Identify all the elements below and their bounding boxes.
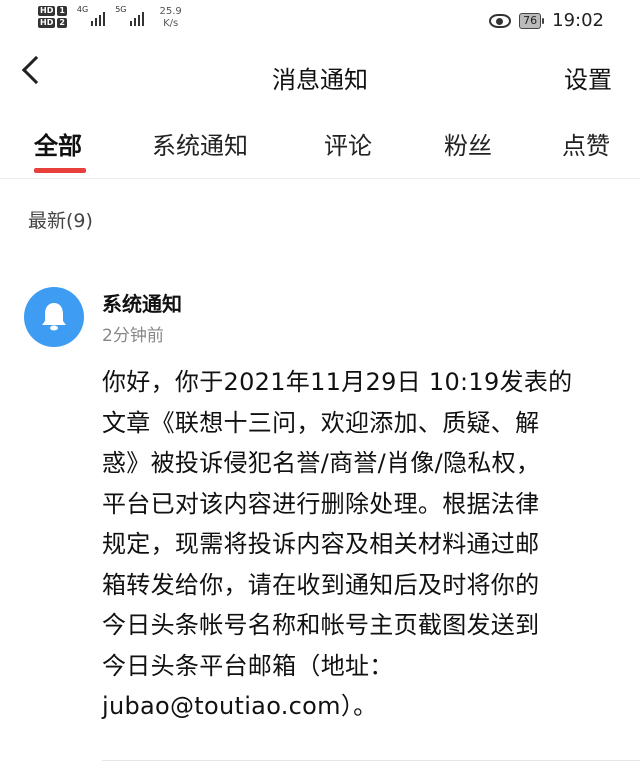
header: 消息通知 设置 (0, 46, 640, 106)
message-content[interactable]: 你好，你于2021年11月29日 10:19发表的 文章《联想十三问，欢迎添加、… (102, 362, 622, 727)
sim-indicators: HD 1 HD 2 (38, 6, 67, 28)
message-time: 2分钟前 (102, 326, 164, 346)
status-right: 76 19:02 (489, 10, 604, 31)
message-divider (102, 760, 640, 761)
settings-button[interactable]: 设置 (564, 60, 612, 95)
avatar[interactable] (24, 287, 84, 347)
tab-likes[interactable]: 点赞 (562, 126, 610, 161)
network-speed: 25.9 K/s (159, 6, 182, 29)
page-title: 消息通知 (272, 66, 368, 94)
battery-level: 76 (519, 12, 542, 29)
tab-divider (0, 178, 640, 179)
section-label: 最新(9) (28, 210, 93, 232)
battery-icon: 76 (519, 12, 545, 29)
status-time: 19:02 (552, 10, 604, 31)
tab-system-notifications[interactable]: 系统通知 (152, 126, 248, 161)
status-left: HD 1 HD 2 4G 5G 25.9 K/s (38, 6, 182, 30)
status-bar: HD 1 HD 2 4G 5G 25.9 K/s 76 19:02 (0, 0, 640, 36)
bell-icon (42, 303, 66, 331)
signal-4g-icon: 4G (77, 6, 106, 26)
signal-5g-icon: 5G (115, 6, 144, 26)
message-sender[interactable]: 系统通知 (102, 288, 182, 317)
sim2-hd-indicator: HD 2 (38, 18, 67, 28)
active-tab-indicator (34, 168, 86, 173)
eye-comfort-icon (489, 13, 512, 28)
tab-bar: 全部 系统通知 评论 粉丝 点赞 (0, 120, 640, 176)
sim1-hd-indicator: HD 1 (38, 6, 67, 16)
tab-fans[interactable]: 粉丝 (444, 126, 492, 161)
tab-all[interactable]: 全部 (34, 126, 82, 161)
tab-comments[interactable]: 评论 (324, 126, 372, 161)
